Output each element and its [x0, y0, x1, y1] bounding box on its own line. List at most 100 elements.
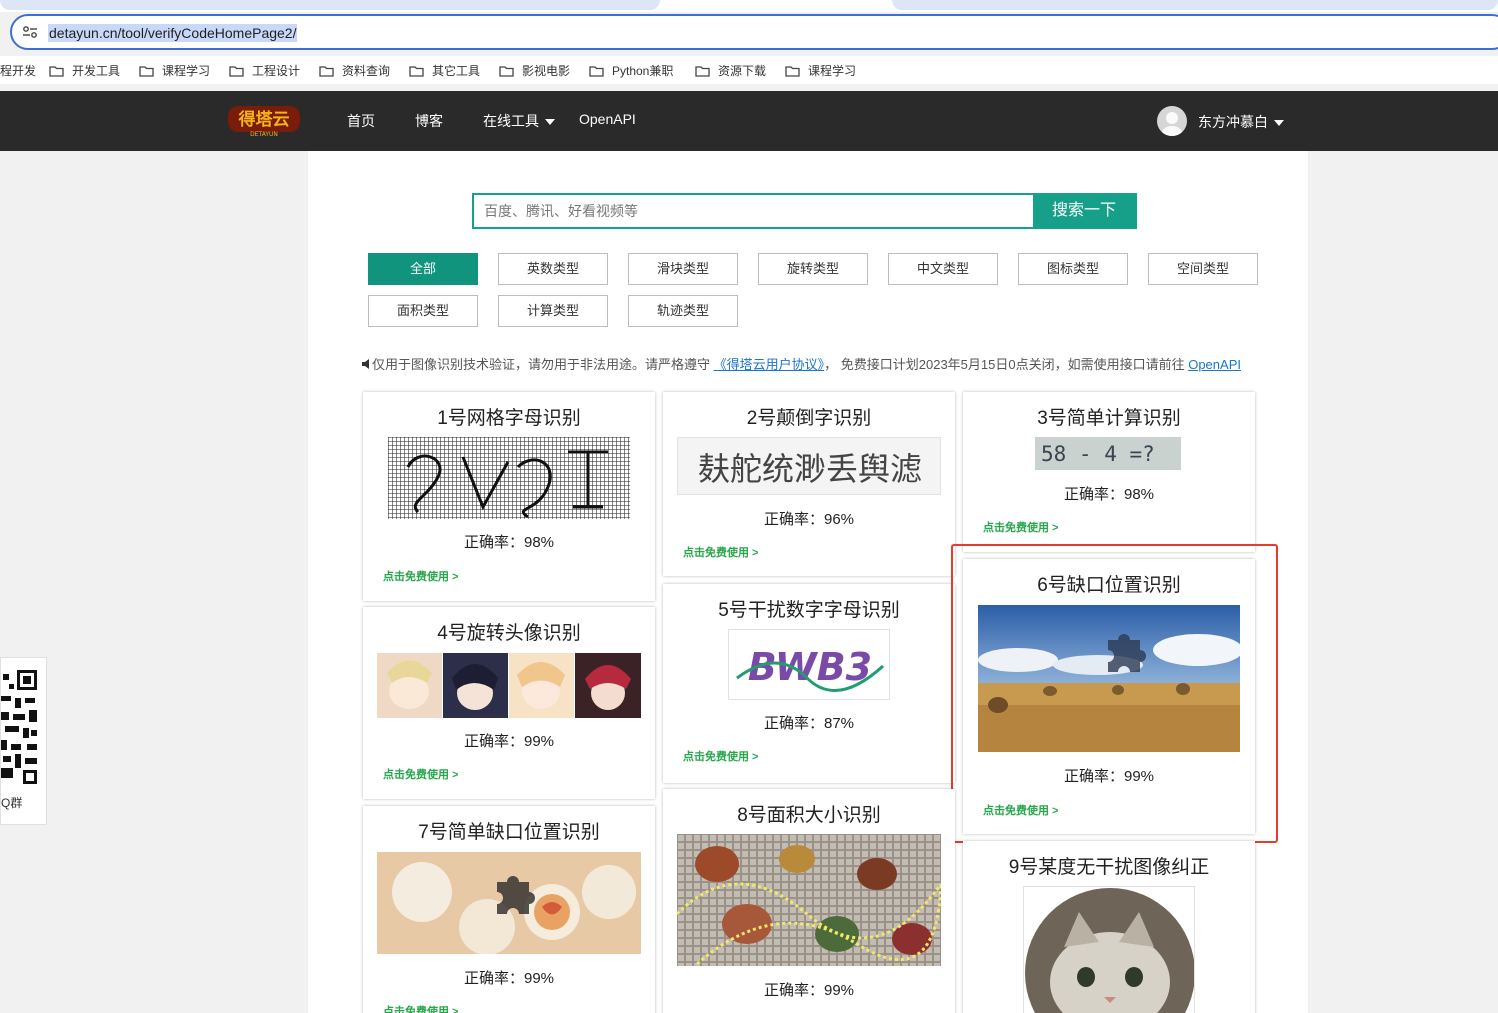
- site-settings-icon[interactable]: [22, 25, 38, 39]
- distorted-alnum-captcha-image: BWB3: [728, 629, 890, 700]
- qq-group-qr[interactable]: Q群: [0, 657, 47, 825]
- filter-alnum[interactable]: 英数类型: [498, 253, 608, 285]
- filter-chinese[interactable]: 中文类型: [888, 253, 998, 285]
- filter-track[interactable]: 轨迹类型: [628, 295, 738, 327]
- accuracy-label: 正确率：87%: [763, 715, 855, 732]
- folder-icon: [589, 65, 604, 77]
- detayun-logo[interactable]: 得塔云 DETAYUN: [226, 104, 302, 138]
- logo-text: 得塔云: [238, 109, 290, 130]
- captcha-text: 麸舵统渺丢舆滤: [698, 450, 922, 488]
- filter-slider[interactable]: 滑块类型: [628, 253, 738, 285]
- free-use-link[interactable]: 点击免费使用 >: [683, 544, 758, 560]
- bookmark-label: 其它工具: [432, 64, 481, 78]
- filter-area[interactable]: 面积类型: [368, 295, 478, 327]
- nav-online-tools-label: 在线工具: [483, 113, 539, 129]
- card-title: 8号面积大小识别: [737, 805, 881, 826]
- folder-icon: [229, 65, 244, 77]
- agreement-link[interactable]: 《得塔云用户协议》: [714, 357, 825, 372]
- accuracy-label: 正确率：99%: [763, 982, 855, 999]
- user-menu[interactable]: 东方冲慕白: [1198, 112, 1284, 132]
- bookmark-label: Python兼职: [612, 64, 674, 78]
- notice-text-2: ， 免费接口计划2023年5月15日0点关闭，如需使用接口请前往: [824, 357, 1189, 372]
- bookmark-folder[interactable]: 资料查询: [319, 62, 390, 79]
- bookmark-label: 影视电影: [522, 64, 571, 78]
- rotate-correction-captcha-image: [1023, 886, 1195, 1013]
- search-button[interactable]: 搜索一下: [1033, 195, 1135, 227]
- free-use-link[interactable]: 点击免费使用 >: [383, 1003, 458, 1013]
- nav-openapi[interactable]: OpenAPI: [579, 111, 636, 127]
- chevron-down-icon: [1274, 120, 1284, 127]
- bookmark-label: 开发工具: [72, 64, 121, 78]
- bookmark-label: 资料查询: [342, 64, 391, 78]
- bookmark-label: 课程学习: [162, 64, 211, 78]
- nav-online-tools[interactable]: 在线工具: [483, 111, 555, 131]
- free-use-link[interactable]: 点击免费使用 >: [383, 766, 458, 782]
- filter-rotate[interactable]: 旋转类型: [758, 253, 868, 285]
- free-use-link[interactable]: 点击免费使用 >: [983, 519, 1058, 535]
- usage-notice: 仅用于图像识别技术验证，请勿用于非法用途。请严格遵守 《得塔云用户协议》， 免费…: [362, 356, 1252, 374]
- bookmark-folder[interactable]: 工程设计: [229, 62, 300, 79]
- folder-icon: [695, 65, 710, 77]
- bookmark-folder[interactable]: 其它工具: [409, 62, 480, 79]
- highlight-box: [951, 544, 1278, 843]
- bookmark-folder[interactable]: 资源下载: [695, 62, 766, 79]
- area-size-captcha-image: [677, 834, 941, 966]
- bookmarks-bar: 程开发 开发工具 课程学习 工程设计 资料查询 其它工具 影视电影 Python…: [0, 56, 1498, 84]
- accuracy-label: 正确率：99%: [463, 970, 555, 987]
- openapi-link[interactable]: OpenAPI: [1188, 357, 1241, 372]
- folder-icon: [319, 65, 334, 77]
- nav-blog[interactable]: 博客: [415, 111, 443, 131]
- qr-code-icon: [1, 668, 39, 788]
- card-title: 9号某度无干扰图像纠正: [1008, 857, 1210, 878]
- accuracy-label: 正确率：96%: [763, 511, 855, 528]
- accuracy-label: 正确率：98%: [1063, 486, 1155, 503]
- captcha-card-9: 9号某度无干扰图像纠正: [963, 841, 1255, 1013]
- folder-icon: [785, 65, 800, 77]
- free-use-link[interactable]: 点击免费使用 >: [383, 568, 458, 584]
- url-text[interactable]: detayun.cn/tool/verifyCodeHomePage2/: [48, 24, 298, 42]
- qr-label: Q群: [1, 796, 23, 810]
- bookmark-folder[interactable]: 开发工具: [49, 62, 120, 79]
- tab-strip: [0, 0, 1498, 12]
- captcha-card-4: 4号旋转头像识别 正确率：99% 点击免费使用 >: [363, 607, 655, 799]
- filter-icon[interactable]: 图标类型: [1018, 253, 1128, 285]
- bookmark-folder[interactable]: 影视电影: [499, 62, 570, 79]
- captcha-card-3: 3号简单计算识别 58 - 4 =? 正确率：98% 点击免费使用 >: [963, 392, 1255, 552]
- grid-captcha-image: [388, 437, 630, 519]
- accuracy-label: 正确率：98%: [463, 534, 555, 551]
- simple-gap-captcha-image: [377, 852, 641, 954]
- filter-calc[interactable]: 计算类型: [498, 295, 608, 327]
- bookmark-folder[interactable]: 课程学习: [139, 62, 210, 79]
- inverted-text-captcha-image: 麸舵统渺丢舆滤: [677, 437, 941, 495]
- card-title: 2号颠倒字识别: [746, 408, 872, 429]
- search-box: 搜索一下: [472, 193, 1137, 229]
- captcha-card-1: 1号网格字母识别 正确率：98% 点击免费使用 >: [363, 392, 655, 601]
- folder-icon: [49, 65, 64, 77]
- browser-tab[interactable]: [0, 0, 660, 10]
- math-captcha-image: 58 - 4 =?: [1035, 437, 1181, 470]
- chevron-down-icon: [545, 119, 555, 126]
- bookmark-folder[interactable]: Python兼职: [589, 62, 673, 79]
- notice-text-1: 仅用于图像识别技术验证，请勿用于非法用途。请严格遵守: [372, 357, 714, 372]
- filter-space[interactable]: 空间类型: [1148, 253, 1258, 285]
- bookmark-folder[interactable]: 课程学习: [785, 62, 856, 79]
- folder-icon: [499, 65, 514, 77]
- bookmark-label: 工程设计: [252, 64, 301, 78]
- accuracy-label: 正确率：99%: [463, 733, 555, 750]
- avatar[interactable]: [1157, 106, 1187, 136]
- browser-tab[interactable]: [892, 0, 1498, 10]
- address-bar[interactable]: detayun.cn/tool/verifyCodeHomePage2/: [10, 14, 1498, 50]
- username-label: 东方冲慕白: [1198, 114, 1268, 130]
- user-avatar-icon: [1162, 112, 1182, 136]
- card-title: 5号干扰数字字母识别: [718, 600, 900, 621]
- bookmark-folder[interactable]: 程开发: [0, 62, 36, 79]
- card-title: 3号简单计算识别: [1037, 408, 1181, 429]
- free-use-link[interactable]: 点击免费使用 >: [683, 748, 758, 764]
- speaker-icon: [362, 359, 369, 369]
- logo-subtext: DETAYUN: [250, 131, 278, 138]
- nav-home[interactable]: 首页: [347, 111, 375, 131]
- card-title: 4号旋转头像识别: [437, 623, 581, 644]
- search-input[interactable]: [474, 195, 1034, 227]
- folder-icon: [409, 65, 424, 77]
- filter-all[interactable]: 全部: [368, 253, 478, 285]
